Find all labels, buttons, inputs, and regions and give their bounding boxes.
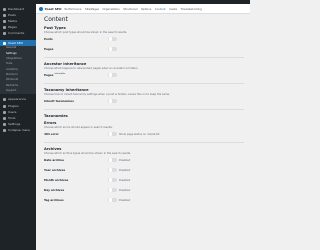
setting-row: Month archives Disabled xyxy=(44,175,244,185)
pin-icon xyxy=(3,13,6,17)
section-title: Ancestor inheritance xyxy=(44,62,87,66)
setting-label: Month archives xyxy=(44,178,69,182)
divider xyxy=(44,142,244,143)
toggle-switch[interactable] xyxy=(108,36,117,42)
brush-icon xyxy=(3,98,6,102)
yoast-logo-icon xyxy=(39,6,43,11)
admin-sidebar: Dashboard Posts Media Pages Comments Yoa… xyxy=(0,0,36,250)
section-title: Post Types xyxy=(44,26,66,30)
tab-inside[interactable]: Inside xyxy=(169,7,177,11)
toggle-switch[interactable] xyxy=(108,72,117,78)
section-title: Taxonomies xyxy=(44,114,68,118)
tab-troubleshooting[interactable]: Troubleshooting xyxy=(181,7,202,11)
comment-icon xyxy=(3,32,6,36)
tab-performance[interactable]: Performance xyxy=(65,7,82,11)
toggle-note: Disabled xyxy=(119,178,131,182)
toggle-switch[interactable] xyxy=(108,197,117,203)
setting-label: Year archives xyxy=(44,168,66,172)
page-title: Content xyxy=(44,16,68,23)
tab-content[interactable]: Content xyxy=(155,7,166,11)
toggle-switch[interactable] xyxy=(108,46,117,52)
settings-content: Content Post Types Choose which post typ… xyxy=(44,16,244,205)
setting-label: Date archive xyxy=(44,158,65,162)
sidebar-collapse[interactable]: Collapse menu xyxy=(0,128,36,134)
media-icon xyxy=(3,19,6,23)
tab-options[interactable]: Options xyxy=(141,7,151,11)
collapse-icon xyxy=(3,129,6,133)
divider xyxy=(44,109,244,110)
setting-row: Pages inheritable xyxy=(44,70,244,80)
setting-row: Day archives Disabled xyxy=(44,185,244,195)
top-nav: Yoast SEO Performance Site/Pages Organiz… xyxy=(36,4,250,14)
setting-label: Inherit taxonomies xyxy=(44,99,74,103)
setting-label: Tag archives xyxy=(44,198,64,202)
toggle-note: Disabled xyxy=(119,188,131,192)
page-icon xyxy=(3,26,6,30)
toggle-switch[interactable] xyxy=(108,187,117,193)
setting-label: Day archives xyxy=(44,188,65,192)
wrench-icon xyxy=(3,116,6,120)
wp-admin-root: Dashboard Posts Media Pages Comments Yoa… xyxy=(0,0,250,250)
setting-row: Pages xyxy=(44,44,244,54)
setting-row: Year archives Disabled xyxy=(44,165,244,175)
section-title: Taxonomy inheritance xyxy=(44,88,89,92)
toggle-note: Disabled xyxy=(119,158,131,162)
setting-label: 404 error xyxy=(44,132,59,136)
section-title: Archives xyxy=(44,147,62,151)
toggle-note: Show page status on robots.txt xyxy=(119,132,160,136)
tab-structured[interactable]: Structured xyxy=(123,7,137,11)
setting-row: 404 error Show page status on robots.txt xyxy=(44,129,244,139)
gear-icon xyxy=(3,123,6,127)
main-area: Yoast SEO Performance Site/Pages Organiz… xyxy=(36,4,250,250)
setting-row: Date archive Disabled xyxy=(44,155,244,165)
user-icon xyxy=(3,110,6,114)
setting-label: Posts xyxy=(44,37,53,41)
tab-organization[interactable]: Organization xyxy=(103,7,120,11)
plugin-icon xyxy=(3,104,6,108)
section-title: Errors xyxy=(44,121,57,125)
toggle-switch[interactable] xyxy=(108,167,117,173)
yoast-logo[interactable]: Yoast SEO xyxy=(39,6,62,11)
toggle-switch[interactable] xyxy=(108,157,117,163)
setting-row: Tag archives Disabled xyxy=(44,195,244,205)
setting-row: Posts xyxy=(44,34,244,44)
setting-label: Pages inheritable xyxy=(44,73,66,77)
yoast-icon xyxy=(3,41,6,45)
toggle-note: Disabled xyxy=(119,198,131,202)
toggle-switch[interactable] xyxy=(108,98,117,104)
tab-site-pages[interactable]: Site/Pages xyxy=(85,7,99,11)
setting-label: Pages xyxy=(44,47,54,51)
divider xyxy=(44,57,244,58)
setting-row: Inherit taxonomies xyxy=(44,96,244,106)
toggle-switch[interactable] xyxy=(108,131,117,137)
divider xyxy=(44,83,244,84)
toggle-note: Disabled xyxy=(119,168,131,172)
dashboard-icon xyxy=(3,7,6,11)
toggle-switch[interactable] xyxy=(108,177,117,183)
